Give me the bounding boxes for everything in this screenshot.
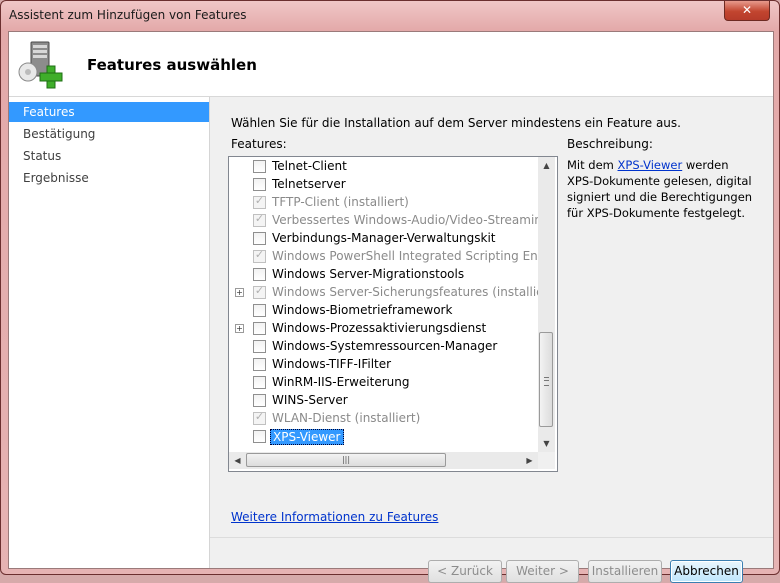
feature-row[interactable]: ✓ WLAN-Dienst (installiert) [229,410,538,428]
scrollbar-corner [538,452,555,469]
scroll-up-icon[interactable]: ▲ [538,157,555,174]
features-list: Telnet-Client Telnetserver ✓ TFTP-Client (i… [229,157,538,452]
feature-row[interactable]: Telnetserver [229,176,538,194]
feature-row[interactable]: XPS-Viewer [229,428,538,446]
title-bar[interactable]: Assistent zum Hinzufügen von Features ✕ [1,1,779,31]
checkmark-icon: ✓ [254,212,265,225]
feature-checkbox: ✓ [253,212,266,227]
feature-row[interactable]: Windows-Systemressourcen-Manager [229,338,538,356]
feature-label[interactable]: Windows-TIFF-IFilter [272,357,391,371]
feature-checkbox[interactable] [253,340,266,353]
instruction-text: Wählen Sie für die Installation auf dem … [231,116,681,130]
grip-icon [544,377,549,386]
feature-row[interactable]: Verbindungs-Manager-Verwaltungskit [229,230,538,248]
feature-label[interactable]: Windows-Biometrieframework [272,303,452,317]
feature-row[interactable]: ✓ Verbessertes Windows-Audio/Video-Stream… [229,212,538,230]
feature-checkbox[interactable] [253,304,266,317]
next-button[interactable]: Weiter > [506,560,579,583]
horizontal-scrollbar[interactable]: ◀ ||| ▶ [229,452,538,469]
scroll-down-icon[interactable]: ▼ [538,435,555,452]
close-icon: ✕ [741,3,753,17]
feature-row[interactable]: Windows Server-Migrationstools [229,266,538,284]
feature-row[interactable]: + ✓ Windows Server-Sicherungsfeatures (ins… [229,284,538,302]
feature-checkbox[interactable] [253,358,266,371]
feature-checkbox[interactable] [253,394,266,407]
features-tree[interactable]: Telnet-Client Telnetserver ✓ TFTP-Client (i… [228,156,558,472]
vertical-scroll-thumb[interactable] [539,332,553,427]
feature-label[interactable]: TFTP-Client (installiert) [272,195,409,209]
feature-checkbox[interactable] [253,178,266,191]
page-title: Features auswählen [87,56,257,74]
feature-label[interactable]: Telnet-Client [272,159,347,173]
feature-checkbox[interactable] [253,232,266,245]
feature-checkbox: ✓ [253,194,266,209]
vertical-scrollbar[interactable]: ▲ ▼ [538,157,555,452]
feature-row[interactable]: + Windows-Prozessaktivierungsdienst [229,320,538,338]
feature-checkbox: ✓ [253,248,266,263]
scroll-right-icon[interactable]: ▶ [521,452,538,469]
close-button[interactable]: ✕ [724,1,770,21]
feature-row[interactable]: WINS-Server [229,392,538,410]
feature-row[interactable]: WinRM-IIS-Erweiterung [229,374,538,392]
wizard-client-area: Features auswählen Features Bestätigung … [8,31,774,583]
feature-checkbox: ✓ [253,410,266,425]
feature-label[interactable]: WLAN-Dienst (installiert) [272,411,420,425]
feature-checkbox[interactable] [253,322,266,335]
wizard-header: Features auswählen [9,32,773,97]
checkmark-icon: ✓ [254,410,265,423]
footer-divider [210,537,773,538]
feature-row[interactable]: ✓ Windows PowerShell Integrated Scripting… [229,248,538,266]
feature-label[interactable]: WinRM-IIS-Erweiterung [272,375,409,389]
feature-label[interactable]: Telnetserver [272,177,346,191]
window-title: Assistent zum Hinzufügen von Features [9,8,247,22]
feature-row[interactable]: Telnet-Client [229,158,538,176]
feature-checkbox[interactable] [253,268,266,281]
checkmark-icon: ✓ [254,284,265,297]
expand-icon[interactable]: + [235,324,244,333]
checkmark-icon: ✓ [254,194,265,207]
checkmark-icon: ✓ [254,248,265,261]
feature-label[interactable]: Verbindungs-Manager-Verwaltungskit [272,231,496,245]
feature-checkbox[interactable] [253,430,266,443]
feature-label[interactable]: WINS-Server [272,393,348,407]
feature-label[interactable]: Windows-Systemressourcen-Manager [272,339,497,353]
feature-label[interactable]: XPS-Viewer [270,429,344,445]
description-prefix: Mit dem [567,158,618,172]
server-add-icon [18,41,63,89]
feature-checkbox[interactable] [253,376,266,389]
feature-label[interactable]: Windows Server-Sicherungsfeatures (insta… [272,285,538,299]
nav-item-status[interactable]: Status [9,146,209,166]
back-button[interactable]: < Zurück [428,560,502,583]
description-label: Beschreibung: [567,137,653,151]
wizard-nav: Features Bestätigung Status Ergebnisse [9,97,210,568]
feature-label[interactable]: Windows PowerShell Integrated Scripting … [272,249,538,263]
description-text: Mit dem XPS-Viewer werden XPS-Dokumente … [567,157,757,221]
nav-item-bestaetigung[interactable]: Bestätigung [9,124,209,144]
scroll-left-icon[interactable]: ◀ [229,452,246,469]
cancel-button[interactable]: Abbrechen [670,560,743,583]
install-button[interactable]: Installieren [588,560,662,583]
feature-row[interactable]: Windows-Biometrieframework [229,302,538,320]
feature-label[interactable]: Verbessertes Windows-Audio/Video-Streami… [272,213,538,227]
feature-row[interactable]: ✓ TFTP-Client (installiert) [229,194,538,212]
feature-label[interactable]: Windows-Prozessaktivierungsdienst [272,321,486,335]
nav-item-ergebnisse[interactable]: Ergebnisse [9,168,209,188]
feature-label[interactable]: Windows Server-Migrationstools [272,267,464,281]
features-label: Features: [231,137,287,151]
main-panel: Wählen Sie für die Installation auf dem … [210,97,773,583]
expand-icon[interactable]: + [235,288,244,297]
feature-row[interactable]: Windows-TIFF-IFilter [229,356,538,374]
more-info-link[interactable]: Weitere Informationen zu Features [231,510,438,524]
feature-checkbox[interactable] [253,160,266,173]
feature-checkbox: ✓ [253,284,266,299]
nav-item-features[interactable]: Features [9,102,209,122]
horizontal-scroll-thumb[interactable]: ||| [246,453,446,467]
wizard-window: Assistent zum Hinzufügen von Features ✕ … [0,0,780,583]
description-link[interactable]: XPS-Viewer [618,158,683,172]
